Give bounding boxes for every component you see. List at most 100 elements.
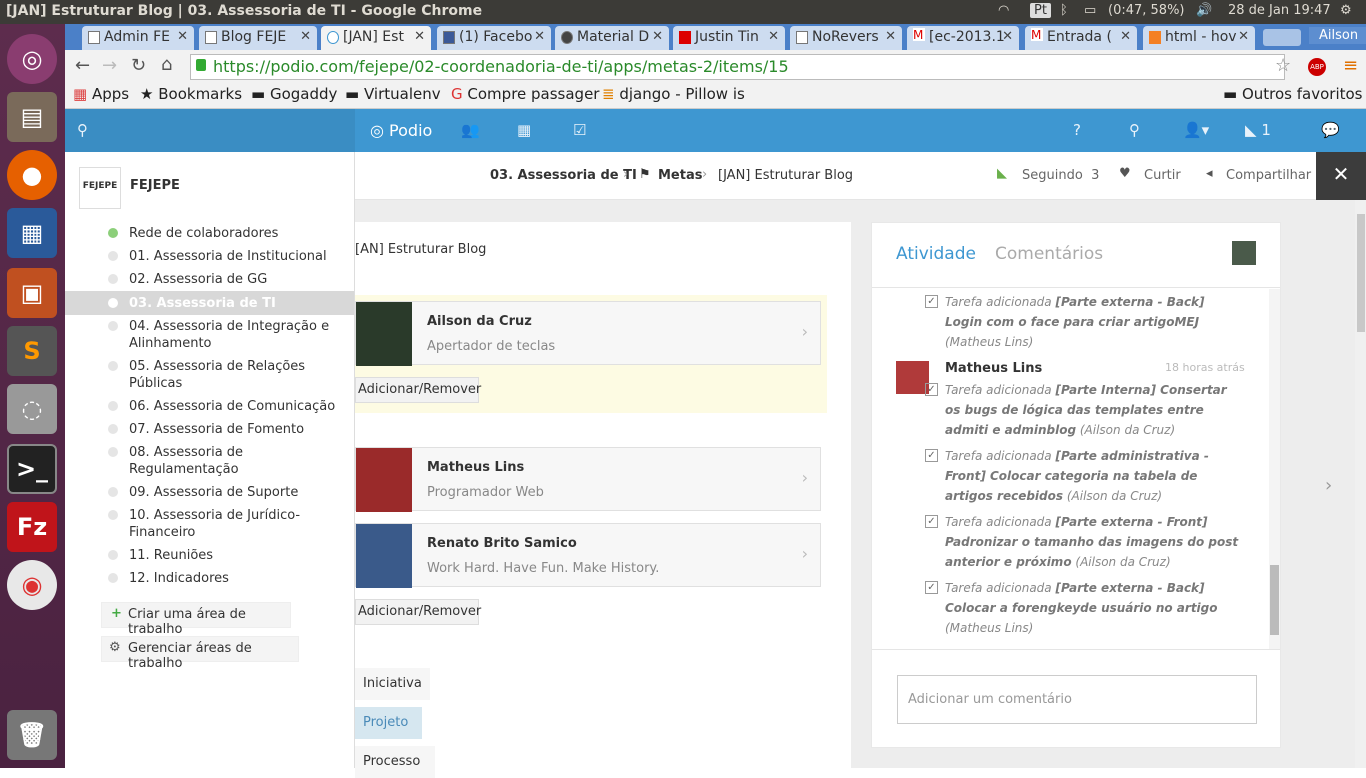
activity-author-name[interactable]: Matheus Lins [945, 361, 1042, 376]
chat-icon[interactable]: 💬 [1321, 121, 1340, 139]
tab-noreverse[interactable]: NoRevers ✕ [790, 26, 902, 50]
profile-button[interactable]: Ailson [1309, 27, 1366, 44]
category-option[interactable]: Processo [355, 746, 435, 778]
close-icon[interactable]: ✕ [768, 29, 779, 44]
category-option[interactable]: Iniciativa [355, 668, 430, 700]
bluetooth-icon[interactable]: ᛒ [1060, 3, 1068, 18]
search-icon[interactable]: ⚲ [1129, 121, 1140, 139]
tab-activity[interactable]: Atividade [896, 244, 976, 264]
close-icon[interactable]: ✕ [885, 29, 896, 44]
notifications-icon[interactable]: ◣ 1 [1245, 121, 1271, 139]
following-button[interactable]: Seguindo 3 [1022, 168, 1099, 183]
search-icon[interactable]: ⚲ [77, 121, 88, 139]
tasks-icon[interactable]: ☑ [573, 121, 586, 139]
podio-logo[interactable]: ◎ Podio [370, 121, 432, 140]
chrome-icon[interactable]: ◉ [7, 560, 57, 610]
help-icon[interactable]: ? [1073, 121, 1081, 139]
add-remove-button[interactable]: Adicionar/Remover [355, 377, 481, 403]
contacts-icon[interactable]: 👥 [461, 121, 480, 139]
battery-status[interactable]: (0:47, 58%) [1108, 3, 1185, 18]
close-icon[interactable]: ✕ [1238, 29, 1249, 44]
person-card[interactable]: Renato Brito Samico Work Hard. Have Fun.… [355, 523, 821, 588]
battery-icon[interactable]: ▭ [1084, 3, 1096, 18]
trash-icon[interactable]: 🗑 [7, 710, 57, 760]
sublime-icon[interactable]: S [7, 326, 57, 376]
ubuntu-icon[interactable]: ◎ [7, 34, 57, 84]
sidebar-item-07[interactable]: 07. Assessoria de Fomento [129, 421, 344, 438]
person-card[interactable]: Matheus Lins Programador Web › [355, 447, 821, 512]
person-card[interactable]: Ailson da Cruz Apertador de teclas › [355, 301, 821, 366]
category-option-selected[interactable]: Projeto [355, 707, 422, 739]
tab-stackoverflow[interactable]: html - hov ✕ [1143, 26, 1255, 50]
like-button[interactable]: Curtir [1144, 168, 1181, 183]
chevron-right-icon[interactable]: › [1325, 475, 1332, 496]
terminal-icon[interactable]: >_ [7, 444, 57, 494]
menu-icon[interactable]: ≡ [1343, 55, 1358, 76]
user-icon[interactable]: 👤▾ [1183, 121, 1209, 139]
close-icon[interactable]: ✕ [177, 29, 188, 44]
forward-icon[interactable]: → [102, 55, 117, 76]
bookmark-django[interactable]: ≣ django - Pillow is [602, 85, 745, 103]
volume-icon[interactable]: 🔊 [1196, 3, 1212, 18]
tab-podio-active[interactable]: [JAN] Est ✕ [321, 26, 431, 50]
sidebar-item-01[interactable]: 01. Assessoria de Institucional [129, 248, 344, 265]
sidebar-item-03[interactable]: 03. Assessoria de TI [129, 295, 344, 312]
calendar-icon[interactable]: ▦ [517, 121, 531, 139]
add-remove-button[interactable]: Adicionar/Remover [355, 599, 481, 625]
breadcrumb-app[interactable]: Metas [658, 168, 702, 183]
bookmark-bookmarks[interactable]: ★ Bookmarks [140, 85, 242, 103]
close-icon[interactable]: ✕ [1002, 29, 1013, 44]
tab-youtube[interactable]: Justin Tin ✕ [673, 26, 785, 50]
tab-admin[interactable]: Admin FE ✕ [82, 26, 194, 50]
firefox-icon[interactable]: ● [7, 150, 57, 200]
close-icon[interactable]: ✕ [1120, 29, 1131, 44]
comment-input[interactable]: Adicionar um comentário [897, 675, 1257, 724]
sidebar-item-10[interactable]: 10. Assessoria de Jurídico-Financeiro [129, 507, 344, 541]
close-icon[interactable]: ✕ [300, 29, 311, 44]
breadcrumb-workspace[interactable]: 03. Assessoria de TI [490, 168, 637, 183]
sidebar-item-02[interactable]: 02. Assessoria de GG [129, 271, 344, 288]
back-icon[interactable]: ← [75, 55, 90, 76]
org-name[interactable]: FEJEPE [130, 178, 180, 193]
sidebar-item-rede[interactable]: Rede de colaboradores [129, 225, 344, 242]
home-icon[interactable]: ⌂ [161, 54, 172, 75]
new-tab-button[interactable] [1263, 29, 1301, 46]
scrollbar-thumb[interactable] [1270, 565, 1279, 635]
tab-facebook[interactable]: (1) Facebo ✕ [437, 26, 551, 50]
sidebar-item-12[interactable]: 12. Indicadores [129, 570, 344, 587]
activity-scrollbar[interactable] [1269, 289, 1280, 649]
star-icon[interactable]: ☆ [1275, 55, 1291, 76]
page-scrollbar[interactable] [1355, 200, 1366, 768]
sidebar-item-06[interactable]: 06. Assessoria de Comunicação [129, 398, 344, 415]
files-icon[interactable]: ▤ [7, 92, 57, 142]
bookmark-virtualenv[interactable]: ▬ Virtualenv [345, 85, 441, 103]
bookmark-other[interactable]: ▬ Outros favoritos [1223, 85, 1363, 103]
reload-icon[interactable]: ↻ [131, 55, 146, 76]
sidebar-item-04[interactable]: 04. Assessoria de Integração e Alinhamen… [129, 318, 344, 352]
keyboard-layout[interactable]: Pt [1030, 3, 1051, 18]
wifi-icon[interactable]: ◠ [998, 3, 1009, 18]
clock[interactable]: 28 de Jan 19:47 [1228, 3, 1331, 18]
adblock-icon[interactable]: ABP [1308, 58, 1326, 76]
filezilla-icon[interactable]: Fz [7, 502, 57, 552]
share-button[interactable]: Compartilhar [1226, 168, 1311, 183]
tab-gmail-1[interactable]: M [ec-2013.1 ✕ [907, 26, 1019, 50]
address-bar[interactable]: https://podio.com/fejepe/02-coordenadori… [190, 54, 1285, 80]
create-workspace-button[interactable]: + Criar uma área de trabalho [101, 602, 291, 637]
sidebar-item-11[interactable]: 11. Reuniões [129, 547, 344, 564]
manage-workspaces-button[interactable]: ⚙ Gerenciar áreas de trabalho [101, 636, 299, 671]
bookmark-compre[interactable]: G Compre passager [451, 85, 599, 103]
sidebar-item-05[interactable]: 05. Assessoria de Relações Públicas [129, 358, 344, 392]
close-button[interactable]: ✕ [1316, 152, 1366, 200]
org-logo[interactable]: FEJEPE [79, 167, 121, 209]
bookmark-gogaddy[interactable]: ▬ Gogaddy [251, 85, 337, 103]
disk-icon[interactable]: ◌ [7, 384, 57, 434]
impress-icon[interactable]: ▣ [7, 268, 57, 318]
sidebar-item-08[interactable]: 08. Assessoria de Regulamentação [129, 444, 344, 478]
tab-material[interactable]: Material D ✕ [555, 26, 669, 50]
writer-icon[interactable]: ▦ [7, 208, 57, 258]
tab-comments[interactable]: Comentários [995, 244, 1103, 264]
sidebar-item-09[interactable]: 09. Assessoria de Suporte [129, 484, 344, 501]
close-icon[interactable]: ✕ [652, 29, 663, 44]
close-icon[interactable]: ✕ [534, 29, 545, 44]
